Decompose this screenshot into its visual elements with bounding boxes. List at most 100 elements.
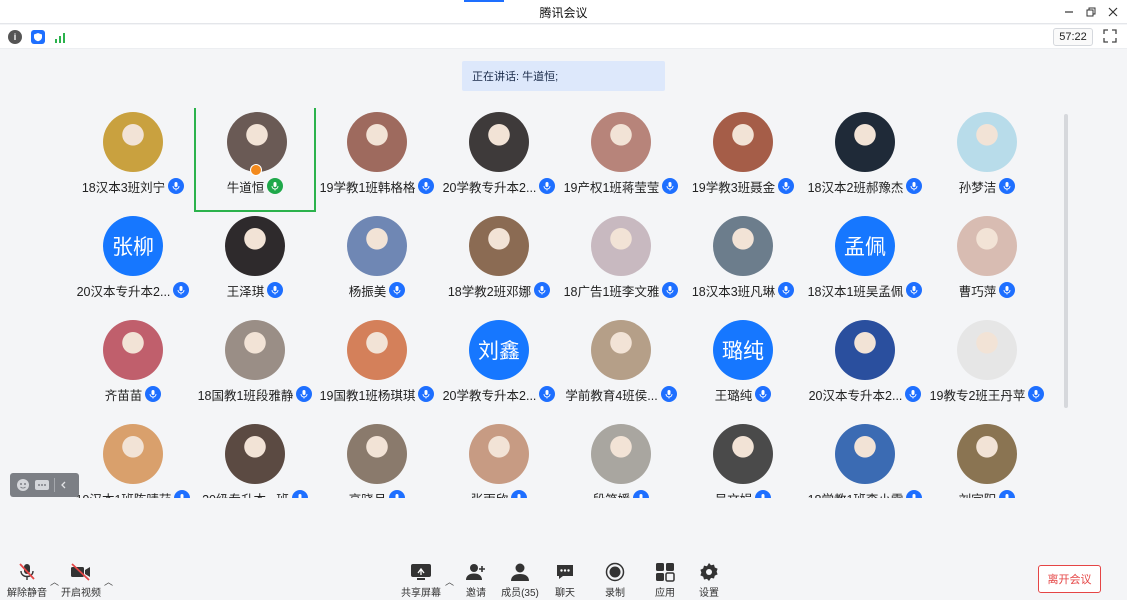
participant-tile[interactable]: 曹巧萍: [926, 212, 1048, 316]
participant-tile[interactable]: 王泽琪: [194, 212, 316, 316]
signal-icon[interactable]: [54, 30, 68, 44]
avatar: [957, 112, 1017, 172]
participant-tile[interactable]: 刘宇阳: [926, 420, 1048, 498]
participant-name-line: 18广告1班李文雅: [554, 281, 688, 299]
participant-tile[interactable]: 20汉本专升本2...: [804, 316, 926, 420]
chat-bubble-icon[interactable]: [34, 478, 50, 492]
info-icon[interactable]: i: [8, 30, 22, 44]
microphone-icon: [534, 282, 551, 298]
microphone-icon: [539, 386, 556, 402]
avatar: [225, 216, 285, 276]
start-video-button[interactable]: 开启视频: [56, 562, 106, 600]
camera-off-icon: [70, 562, 92, 582]
participant-tile[interactable]: 张雨欣: [438, 420, 560, 498]
participant-tile[interactable]: 18汉本3班凡琳: [682, 212, 804, 316]
participant-tile[interactable]: 20学教专升本2...: [438, 108, 560, 212]
avatar: [835, 424, 895, 484]
participant-name-line: 19汉本1班陈晴茹: [72, 489, 200, 498]
participant-tile[interactable]: 张柳 20汉本专升本2...: [72, 212, 194, 316]
members-label: 成员(35): [501, 588, 539, 599]
close-button[interactable]: [1102, 3, 1124, 21]
avatar: [591, 320, 651, 380]
avatar: [103, 320, 163, 380]
participant-tile[interactable]: 18汉本3班刘宁: [72, 108, 194, 212]
record-button[interactable]: 录制: [590, 562, 640, 600]
participant-tile[interactable]: 高晓月: [316, 420, 438, 498]
participant-name-line: 学前教育4班侯...: [554, 385, 688, 403]
restore-button[interactable]: [1080, 3, 1102, 21]
share-label: 共享屏幕: [401, 588, 441, 599]
video-options-caret-icon[interactable]: ︿: [104, 575, 113, 588]
members-button[interactable]: 成员(35): [495, 562, 545, 600]
participant-name: 段笑媛: [593, 489, 631, 499]
participant-name: 19国教1班杨琪琪: [319, 388, 416, 403]
participant-tile[interactable]: 孙梦洁: [926, 108, 1048, 212]
participant-tile[interactable]: 18学教2班邓娜: [438, 212, 560, 316]
participant-name: 18汉本1班吴孟佩: [807, 284, 904, 299]
avatar-initials: 璐纯: [722, 340, 764, 363]
participant-name: 19汉本1班陈晴茹: [76, 489, 172, 499]
participant-tile[interactable]: 18学教1班李小雪: [804, 420, 926, 498]
participant-tile[interactable]: 学前教育4班侯...: [560, 316, 682, 420]
participant-name: 18汉本2班郝豫杰: [807, 180, 904, 195]
participant-tile[interactable]: 刘鑫 20学教专升本2...: [438, 316, 560, 420]
emoji-icon[interactable]: [16, 478, 30, 492]
participant-tile[interactable]: 齐苗苗: [72, 316, 194, 420]
participant-tile[interactable]: 19产权1班蒋莹莹: [560, 108, 682, 212]
microphone-icon: [633, 490, 650, 498]
minimize-button[interactable]: [1058, 3, 1080, 21]
participant-tile[interactable]: 19教专2班王丹苹: [926, 316, 1048, 420]
participant-name-line: 孙梦洁: [920, 177, 1054, 195]
avatar: [103, 424, 163, 484]
participant-name-line: 20汉本专升本2...: [798, 385, 932, 403]
participant-tile[interactable]: 18广告1班李文雅: [560, 212, 682, 316]
leave-meeting-button[interactable]: 离开会议: [1038, 565, 1101, 593]
floating-toolbar: [10, 473, 79, 497]
participant-tile[interactable]: 孟佩 18汉本1班吴孟佩: [804, 212, 926, 316]
participant-tile[interactable]: 璐纯 王璐纯: [682, 316, 804, 420]
participant-tile[interactable]: 吴文娟: [682, 420, 804, 498]
participant-name-line: 19学教3班聂金: [676, 177, 810, 195]
apps-button[interactable]: 应用: [640, 562, 690, 600]
participant-tile[interactable]: 18国教1班段雅静: [194, 316, 316, 420]
avatar: [957, 424, 1017, 484]
participant-tile[interactable]: 段笑媛: [560, 420, 682, 498]
unmute-label: 解除静音: [7, 588, 47, 599]
chat-button[interactable]: 聊天: [540, 562, 590, 600]
chat-label: 聊天: [555, 588, 575, 599]
avatar: [957, 320, 1017, 380]
participant-name: 20汉本专升本2...: [808, 388, 903, 403]
participant-tile[interactable]: 19学教3班聂金: [682, 108, 804, 212]
microphone-icon: [267, 282, 284, 298]
unmute-button[interactable]: 解除静音: [2, 562, 52, 600]
participant-name: 吴文娟: [715, 489, 753, 499]
participant-tile[interactable]: 牛道恒: [194, 108, 316, 212]
participant-name-line: 20学教专升本2...: [432, 385, 566, 403]
participant-tile[interactable]: 杨振美: [316, 212, 438, 316]
microphone-icon: [1028, 386, 1045, 402]
shield-icon[interactable]: [31, 30, 45, 44]
record-icon: [604, 562, 626, 582]
microphone-icon: [755, 386, 772, 402]
collapse-chevron-icon[interactable]: [59, 480, 69, 490]
grid-scrollbar[interactable]: [1064, 114, 1068, 408]
participant-tile[interactable]: 19学教1班韩格格: [316, 108, 438, 212]
invite-button[interactable]: 邀请: [451, 562, 501, 600]
participant-name: 20汉本专升本2...: [76, 284, 171, 299]
avatar: 张柳: [103, 216, 163, 276]
participant-tile[interactable]: 19汉本1班陈晴茹: [72, 420, 194, 498]
mic-muted-icon: [16, 562, 38, 582]
share-screen-button[interactable]: 共享屏幕: [396, 562, 446, 600]
participant-tile[interactable]: 18汉本2班郝豫杰: [804, 108, 926, 212]
fullscreen-icon[interactable]: [1103, 29, 1117, 43]
participant-name-line: 王璐纯: [676, 385, 810, 403]
info-bar: i 57:22: [0, 25, 1127, 49]
settings-button[interactable]: 设置: [684, 562, 734, 600]
participant-tile[interactable]: 20级专升本...班: [194, 420, 316, 498]
participant-name: 张雨欣: [471, 489, 509, 499]
title-accent: [464, 0, 504, 2]
participant-tile[interactable]: 19国教1班杨琪琪: [316, 316, 438, 420]
participant-name-line: 19国教1班杨琪琪: [310, 385, 444, 403]
microphone-icon: [291, 490, 308, 498]
apps-label: 应用: [655, 588, 675, 599]
